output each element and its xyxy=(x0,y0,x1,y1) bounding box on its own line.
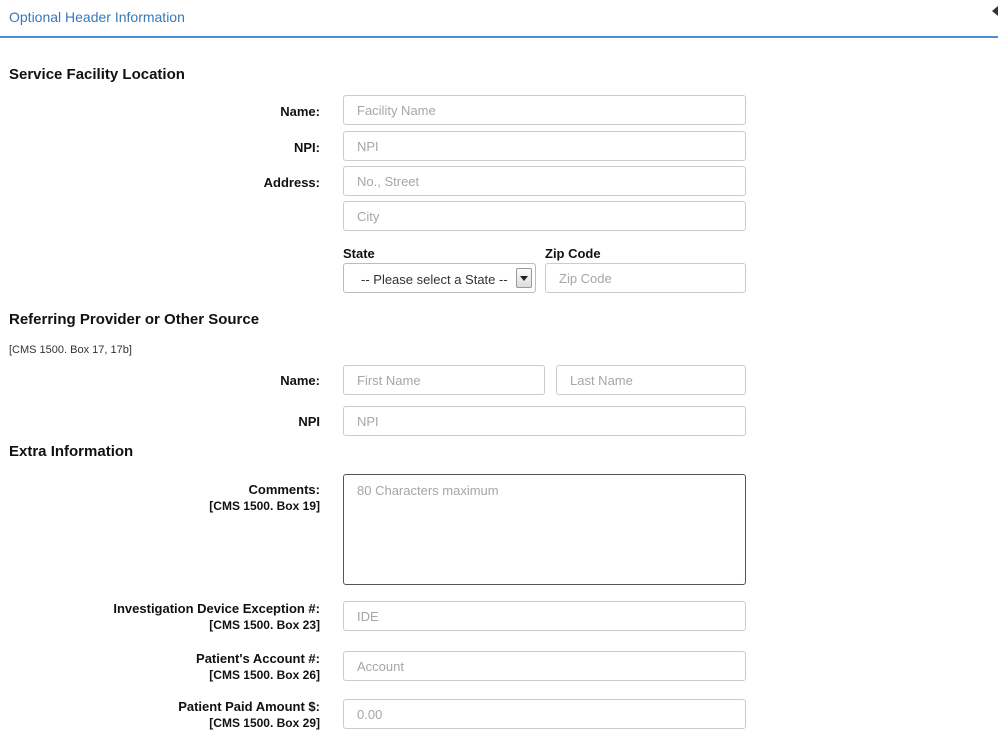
referring-npi-input[interactable] xyxy=(343,406,746,436)
state-select[interactable]: -- Please select a State -- xyxy=(343,263,536,293)
comments-label: Comments: [CMS 1500. Box 19] xyxy=(0,482,320,513)
state-select-value: -- Please select a State -- xyxy=(361,272,508,287)
zip-code-label: Zip Code xyxy=(545,246,601,261)
facility-npi-label: NPI: xyxy=(294,140,320,155)
referring-npi-label: NPI xyxy=(298,414,320,429)
paid-amount-label-text: Patient Paid Amount $: xyxy=(178,699,320,714)
account-label-text: Patient's Account #: xyxy=(196,651,320,666)
comments-textarea[interactable] xyxy=(343,474,746,585)
zip-code-input[interactable] xyxy=(545,263,746,293)
facility-name-label: Name: xyxy=(280,104,320,119)
service-facility-title: Service Facility Location xyxy=(9,66,185,83)
facility-address-label: Address: xyxy=(263,175,320,190)
panel-title: Optional Header Information xyxy=(9,9,185,25)
paid-amount-label: Patient Paid Amount $: [CMS 1500. Box 29… xyxy=(0,699,320,730)
facility-npi-input[interactable] xyxy=(343,131,746,161)
account-box-ref: [CMS 1500. Box 26] xyxy=(209,668,320,682)
paid-amount-input[interactable] xyxy=(343,699,746,729)
paid-amount-box-ref: [CMS 1500. Box 29] xyxy=(209,716,320,730)
account-label: Patient's Account #: [CMS 1500. Box 26] xyxy=(0,651,320,682)
state-label: State xyxy=(343,246,375,261)
facility-name-input[interactable] xyxy=(343,95,746,125)
ide-box-ref: [CMS 1500. Box 23] xyxy=(209,618,320,632)
ide-input[interactable] xyxy=(343,601,746,631)
account-input[interactable] xyxy=(343,651,746,681)
last-name-input[interactable] xyxy=(556,365,746,395)
state-select-button[interactable] xyxy=(516,268,532,288)
extra-information-title: Extra Information xyxy=(9,443,134,460)
comments-label-text: Comments: xyxy=(248,482,320,497)
ide-label: Investigation Device Exception #: [CMS 1… xyxy=(0,601,320,632)
panel-header[interactable]: Optional Header Information xyxy=(0,0,998,38)
referring-provider-note: [CMS 1500. Box 17, 17b] xyxy=(9,344,132,356)
first-name-input[interactable] xyxy=(343,365,545,395)
referring-name-label: Name: xyxy=(280,373,320,388)
caret-down-icon xyxy=(520,276,528,281)
comments-box-ref: [CMS 1500. Box 19] xyxy=(209,499,320,513)
referring-provider-title: Referring Provider or Other Source xyxy=(9,311,260,328)
caret-left-icon[interactable] xyxy=(992,6,998,16)
facility-street-input[interactable] xyxy=(343,166,746,196)
facility-city-input[interactable] xyxy=(343,201,746,231)
ide-label-text: Investigation Device Exception #: xyxy=(113,601,320,616)
